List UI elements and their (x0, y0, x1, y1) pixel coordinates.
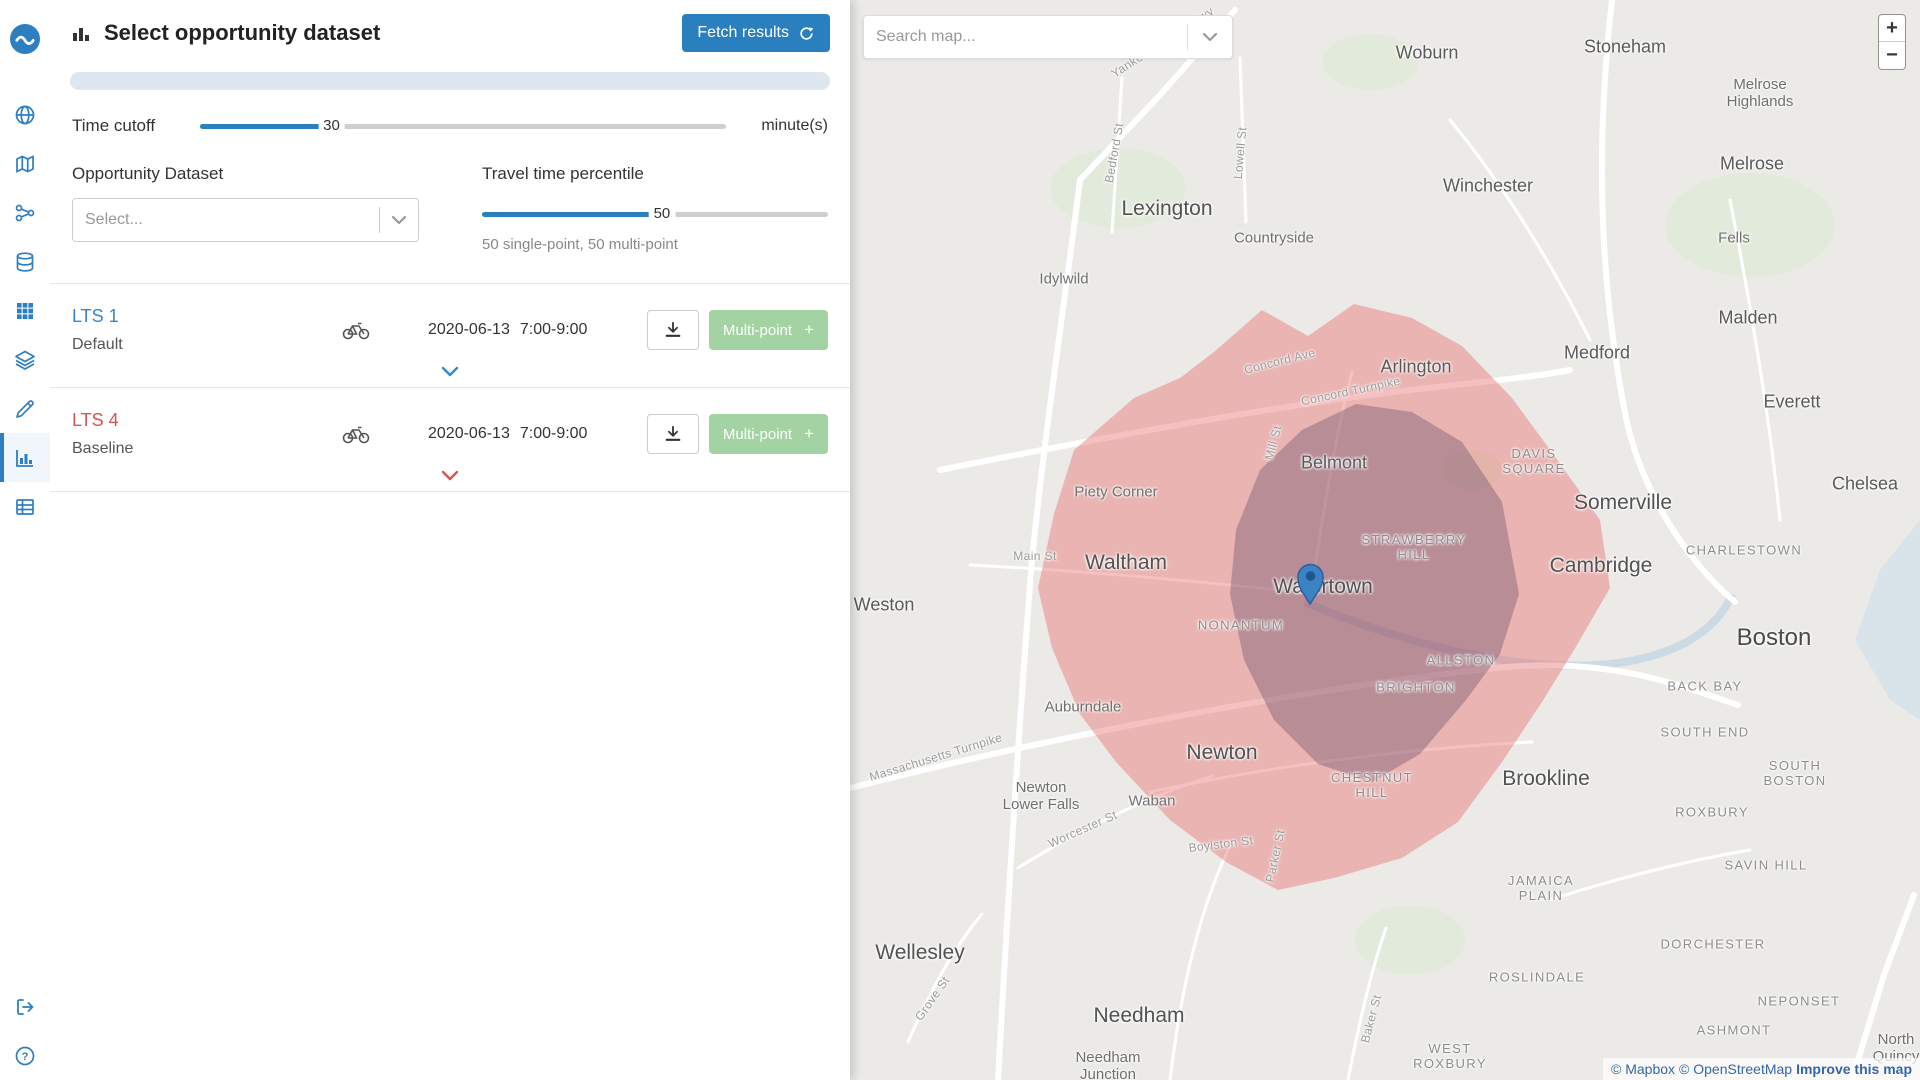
bar-chart-icon (70, 22, 92, 44)
chevron-down-icon[interactable] (380, 215, 418, 225)
layers-icon[interactable] (0, 335, 50, 384)
download-button[interactable] (646, 310, 699, 350)
page-title: Select opportunity dataset (104, 20, 381, 45)
multi-point-button[interactable]: Multi-point + (708, 310, 828, 350)
database-icon[interactable] (0, 237, 50, 286)
analysis-name-link[interactable]: LTS 4 (72, 410, 342, 431)
download-icon (665, 321, 681, 337)
osm-attribution-link[interactable]: © OpenStreetMap (1679, 1061, 1792, 1077)
pencil-icon[interactable] (0, 384, 50, 433)
percentile-label: Travel time percentile (482, 164, 644, 183)
network-icon[interactable] (0, 188, 50, 237)
dataset-percentile-row: Opportunity Dataset Select... Travel tim… (72, 164, 828, 253)
download-button[interactable] (646, 414, 699, 454)
map-search-input[interactable] (864, 28, 1187, 46)
analysis-datetime: 2020-06-13 7:00-9:00 (428, 321, 587, 339)
analysis-variant: Baseline (72, 440, 134, 457)
help-icon[interactable]: ? (0, 1031, 50, 1080)
time-cutoff-slider[interactable]: 30 (200, 116, 726, 136)
time-cutoff-unit: minute(s) (761, 117, 828, 134)
search-chevron-down-icon[interactable] (1188, 32, 1232, 42)
analysis-datetime: 2020-06-13 7:00-9:00 (428, 425, 587, 443)
fetch-results-button[interactable]: Fetch results (682, 14, 830, 52)
zoom-out-button[interactable]: − (1879, 42, 1905, 69)
fetch-results-label: Fetch results (697, 24, 789, 41)
grid-icon[interactable] (0, 286, 50, 335)
slider-fill (482, 212, 662, 217)
map-canvas[interactable]: Woburn Stoneham Melrose Highlands Melrose Wi… (850, 0, 1920, 1080)
slider-fill (200, 124, 332, 129)
improve-map-link[interactable]: Improve this map (1796, 1061, 1912, 1077)
zoom-in-button[interactable]: + (1879, 15, 1905, 42)
analysis-date: 2020-06-13 (428, 321, 510, 338)
plus-icon: + (804, 424, 814, 443)
multi-point-button[interactable]: Multi-point + (708, 414, 828, 454)
expand-chevron[interactable] (72, 458, 828, 487)
bicycle-icon (342, 320, 372, 340)
analysis-row: LTS 4 Baseline 2020-06-13 7:00-9:00 Mult… (50, 388, 850, 492)
regional-analyses-list: LTS 1 Default 2020-06-13 7:00-9:00 Multi… (50, 283, 850, 492)
time-cutoff-row: Time cutoff 30 minute(s) (72, 116, 828, 136)
analysis-row: LTS 1 Default 2020-06-13 7:00-9:00 Multi… (50, 284, 850, 388)
analysis-time: 7:00-9:00 (519, 321, 588, 338)
mapbox-attribution-link[interactable]: © Mapbox (1611, 1061, 1675, 1077)
svg-text:?: ? (22, 1051, 29, 1063)
analysis-name-block: LTS 1 Default (72, 306, 342, 354)
progress-bar (70, 72, 830, 90)
map-icon[interactable] (0, 139, 50, 188)
analysis-name-link[interactable]: LTS 1 (72, 306, 342, 327)
percentile-subtext: 50 single-point, 50 multi-point (482, 236, 678, 253)
percentile-value[interactable]: 50 (648, 204, 676, 224)
map-attribution: © Mapbox © OpenStreetMap Improve this map (1603, 1058, 1920, 1080)
sign-out-icon[interactable] (0, 982, 50, 1031)
analysis-panel: Select opportunity dataset Fetch results… (50, 0, 850, 1080)
analysis-name-block: LTS 4 Baseline (72, 410, 342, 458)
chart-icon[interactable] (0, 433, 50, 482)
zoom-control: + − (1878, 14, 1906, 70)
bicycle-icon (342, 424, 372, 444)
refresh-icon (800, 26, 814, 40)
app-root: ? Select opportunity dataset Fetch resul… (0, 0, 1920, 1080)
map-search-box (863, 15, 1233, 59)
sidebar: ? (0, 0, 50, 1080)
percentile-slider[interactable]: 50 (482, 204, 828, 224)
time-cutoff-label: Time cutoff (72, 116, 156, 135)
analysis-date: 2020-06-13 (428, 425, 510, 442)
expand-chevron[interactable] (72, 354, 828, 383)
analysis-variant: Default (72, 336, 123, 353)
multi-point-label: Multi-point (722, 321, 793, 339)
multi-point-label: Multi-point (722, 425, 793, 443)
download-icon (665, 425, 681, 441)
map-base-layer (850, 0, 1920, 1080)
table-icon[interactable] (0, 482, 50, 531)
app-logo-icon[interactable] (0, 12, 50, 66)
travel-time-percentile-group: Travel time percentile 50 50 single-poin… (482, 164, 828, 253)
panel-header: Select opportunity dataset Fetch results (50, 0, 850, 60)
controls-section: Time cutoff 30 minute(s) Opportunity Dat… (50, 90, 850, 253)
analysis-time: 7:00-9:00 (519, 425, 588, 442)
plus-icon: + (804, 320, 814, 339)
opportunity-dataset-group: Opportunity Dataset Select... (72, 164, 482, 253)
opportunity-dataset-label: Opportunity Dataset (72, 164, 224, 183)
time-cutoff-value[interactable]: 30 (318, 116, 345, 136)
select-placeholder: Select... (85, 211, 143, 228)
opportunity-dataset-select[interactable]: Select... (72, 198, 419, 242)
globe-icon[interactable] (0, 90, 50, 139)
